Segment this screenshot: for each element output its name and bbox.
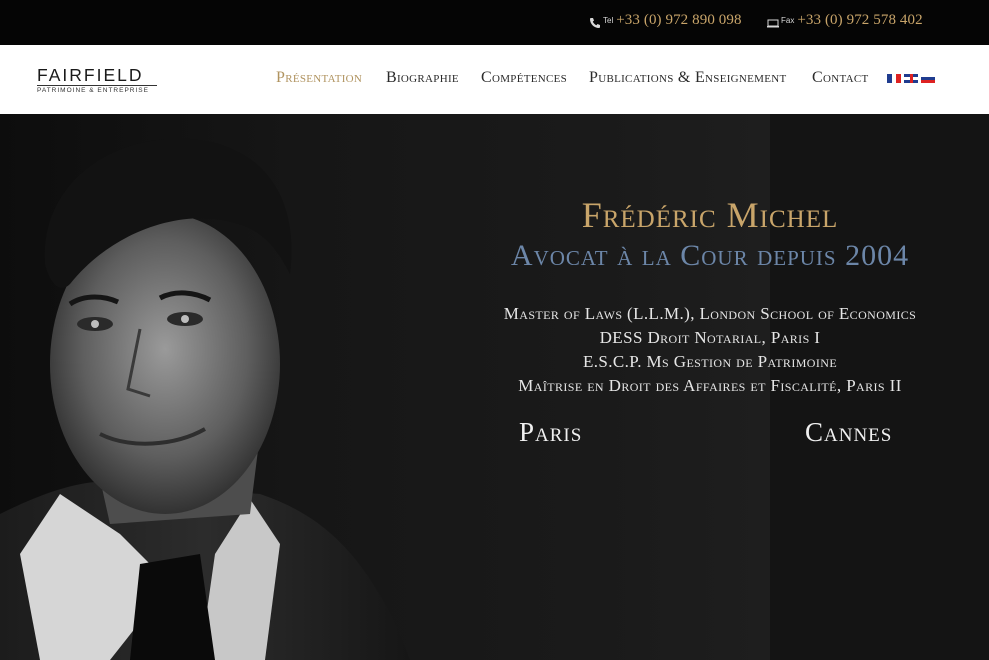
phone-contact[interactable]: Tel +33 (0) 972 890 098 — [589, 12, 742, 29]
portrait-photo — [0, 138, 410, 660]
lawyer-title: Avocat à la Cour depuis 2004 — [510, 239, 910, 272]
credential-item: Master of Laws (L.L.M.), London School o… — [503, 304, 917, 323]
ru-flag-icon[interactable] — [921, 74, 935, 83]
nav-item-competences[interactable]: Compétences — [481, 69, 567, 87]
nav-item-biographie[interactable]: Biographie — [386, 69, 459, 87]
top-contact-bar: Tel +33 (0) 972 890 098 Fax +33 (0) 972 … — [0, 0, 989, 45]
nav-item-contact[interactable]: Contact — [812, 69, 869, 87]
nav-item-presentation[interactable]: Présentation — [276, 69, 362, 87]
fax-number: +33 (0) 972 578 402 — [797, 12, 923, 28]
fax-contact: Fax +33 (0) 972 578 402 — [767, 12, 923, 29]
language-switcher — [887, 74, 935, 83]
tel-label: Tel — [603, 16, 614, 25]
credential-item: DESS Droit Notarial, Paris I — [599, 328, 821, 347]
phone-icon — [590, 18, 600, 28]
hero-section: Frédéric Michel Avocat à la Cour depuis … — [0, 114, 989, 660]
uk-flag-icon[interactable] — [904, 74, 918, 83]
fr-flag-icon[interactable] — [887, 74, 901, 83]
phone-number[interactable]: +33 (0) 972 890 098 — [616, 12, 741, 29]
fax-icon — [767, 19, 779, 28]
fax-label: Fax — [781, 16, 795, 25]
nav-item-publications[interactable]: Publications & Enseignement — [589, 69, 787, 87]
credential-item: E.S.C.P. Ms Gestion de Patrimoine — [582, 352, 838, 371]
lawyer-name: Frédéric Michel — [581, 195, 839, 235]
main-nav: Présentation Biographie Compétences Publ… — [0, 69, 989, 89]
site-header: FAIRFIELD Patrimoine & Entreprise Présen… — [0, 45, 989, 114]
office-paris[interactable]: Paris — [519, 417, 582, 448]
office-cannes[interactable]: Cannes — [805, 417, 892, 448]
credential-item: Maîtrise en Droit des Affaires et Fiscal… — [518, 376, 902, 395]
